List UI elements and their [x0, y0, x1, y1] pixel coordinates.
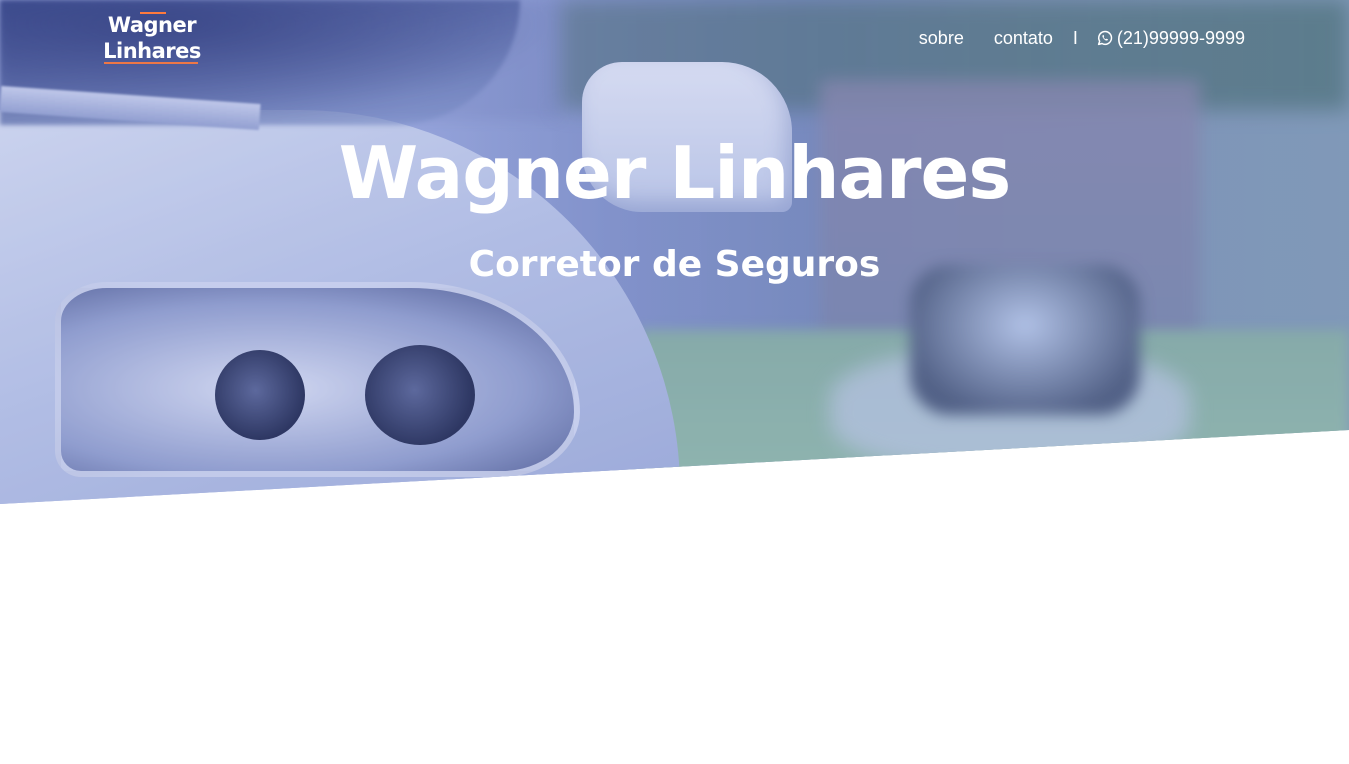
- hero-title: Wagner Linhares: [338, 131, 1012, 215]
- site-logo[interactable]: Wagner Linhares: [102, 12, 202, 64]
- whatsapp-icon: [1097, 30, 1113, 46]
- nav-separator: I: [1072, 27, 1078, 48]
- main-nav: sobre contato I (21)99999-9999: [919, 26, 1245, 50]
- phone-number: (21)99999-9999: [1116, 27, 1245, 48]
- nav-link-sobre[interactable]: sobre: [919, 28, 964, 49]
- nav-link-contato[interactable]: contato: [994, 28, 1053, 49]
- logo-line-1: Wagner: [102, 12, 202, 38]
- logo-line-2: Linhares: [103, 39, 201, 64]
- hero-subtitle: Corretor de Seguros: [468, 244, 881, 285]
- whatsapp-phone-link[interactable]: (21)99999-9999: [1096, 28, 1245, 49]
- hero-banner: Wagner Linhares Corretor de Seguros: [0, 0, 1349, 504]
